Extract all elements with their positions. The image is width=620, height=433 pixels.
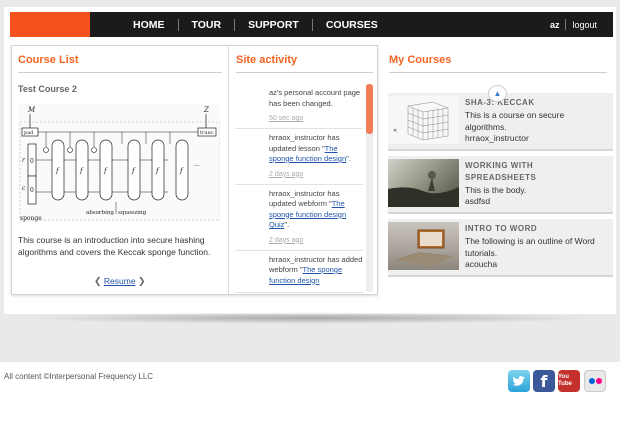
course-author: hrraox_instructor xyxy=(465,133,529,143)
course-description: This course is an introduction into secu… xyxy=(18,235,211,257)
activity-text: hrraox_instructor has added webform "The… xyxy=(269,254,363,285)
course-description: This is the body. xyxy=(465,185,527,195)
nav-courses[interactable]: COURSES xyxy=(313,19,391,31)
diagram-label: trunc xyxy=(200,130,214,136)
nav-tour[interactable]: TOUR xyxy=(179,19,235,31)
site-activity-rule xyxy=(236,72,373,73)
diagram-label: pad xyxy=(24,130,34,136)
diagram-label: M xyxy=(27,106,36,114)
logout-link[interactable]: logout xyxy=(572,20,597,30)
youtube-icon[interactable]: You Tube xyxy=(558,370,580,392)
activity-text: hrraox_instructor has updated webform "T… xyxy=(269,188,347,230)
footer-copyright: All content ©Interpersonal Frequency LLC xyxy=(4,372,154,381)
course-list-title: Course List xyxy=(18,54,79,66)
course-name[interactable]: Test Course 2 xyxy=(18,84,77,94)
twitter-icon[interactable] xyxy=(508,370,530,392)
course-thumbnail: ✕ xyxy=(388,96,459,144)
nav-home[interactable]: HOME xyxy=(120,19,178,31)
diagram-label: c xyxy=(22,185,26,192)
course-title[interactable]: INTRO TO WORD xyxy=(465,223,575,235)
diagram-label: squeezing xyxy=(118,210,147,216)
nav-separator xyxy=(565,19,567,30)
activity-time[interactable]: 50 sec ago xyxy=(269,115,363,122)
course-description: This is a course on secure algorithms. xyxy=(465,110,565,132)
course-card[interactable]: ✕ SHA-3: KECCAK This is a course on secu… xyxy=(388,93,613,151)
course-card[interactable]: INTRO TO WORD The following is an outlin… xyxy=(388,219,613,277)
youtube-label: You Tube xyxy=(558,374,572,387)
activity-time[interactable]: 2 days ago xyxy=(269,171,363,178)
course-thumbnail xyxy=(388,159,459,207)
activity-time[interactable]: 2 days ago xyxy=(269,237,363,244)
resume-control: ❮ Resume ❯ xyxy=(94,276,146,287)
activity-item: az's personal account page has been chan… xyxy=(235,84,363,129)
activity-scrollbar[interactable] xyxy=(366,84,373,292)
scrollbar-thumb[interactable] xyxy=(366,84,373,134)
nav-support[interactable]: SUPPORT xyxy=(235,19,312,31)
my-courses-title: My Courses xyxy=(389,54,452,66)
course-author: asdfsd xyxy=(465,196,491,206)
logo-block[interactable] xyxy=(10,12,90,37)
diagram-label: 0 xyxy=(30,158,34,165)
chevron-right-icon[interactable]: ❯ xyxy=(138,276,146,286)
diagram-label: r xyxy=(22,157,26,164)
course-card[interactable]: WORKING WITH SPREADSHEETS This is the bo… xyxy=(388,156,613,214)
activity-text: hrraox_instructor has updated lesson "Th… xyxy=(269,133,351,163)
diagram-label: absorbing xyxy=(86,210,114,216)
activity-item: hrraox_instructor has updated lesson "Th… xyxy=(235,129,363,185)
activity-item: hrraox_instructor has updated webform "T… xyxy=(235,185,363,251)
my-courses-list: ✕ SHA-3: KECCAK This is a course on secu… xyxy=(388,93,613,282)
course-thumbnail xyxy=(388,222,459,270)
facebook-icon[interactable]: f xyxy=(533,370,555,392)
sponge-diagram-image: M Z pad trunc r c 0 0 f f f f f f ... ab… xyxy=(18,104,221,222)
diagram-label: ... xyxy=(194,161,200,168)
content-shadow xyxy=(20,312,600,324)
svg-text:✕: ✕ xyxy=(393,128,397,134)
activity-text: az's personal account page has been chan… xyxy=(269,88,361,108)
flickr-icon[interactable] xyxy=(584,370,606,392)
user-link[interactable]: az xyxy=(550,20,560,30)
diagram-label: Z xyxy=(203,106,209,114)
chevron-left-icon[interactable]: ❮ xyxy=(94,276,102,286)
activity-item: hrraox_instructor has added webform "The… xyxy=(235,251,363,293)
diagram-label: 0 xyxy=(30,187,34,194)
my-courses-rule xyxy=(389,72,607,73)
diagram-label: sponge xyxy=(20,215,42,222)
column-divider xyxy=(228,46,229,294)
course-title[interactable]: SHA-3: KECCAK xyxy=(465,97,575,109)
course-description: The following is an outline of Word tuto… xyxy=(465,236,595,258)
site-activity-title: Site activity xyxy=(236,54,298,66)
course-author: acoucha xyxy=(465,259,498,269)
course-title[interactable]: WORKING WITH SPREADSHEETS xyxy=(465,160,575,184)
resume-link[interactable]: Resume xyxy=(104,276,136,286)
top-navigation: HOME TOUR SUPPORT COURSES az logout xyxy=(90,12,613,37)
chevron-up-icon[interactable]: ▲ xyxy=(488,85,507,102)
activity-list: az's personal account page has been chan… xyxy=(235,84,363,294)
course-list-rule xyxy=(18,72,222,73)
